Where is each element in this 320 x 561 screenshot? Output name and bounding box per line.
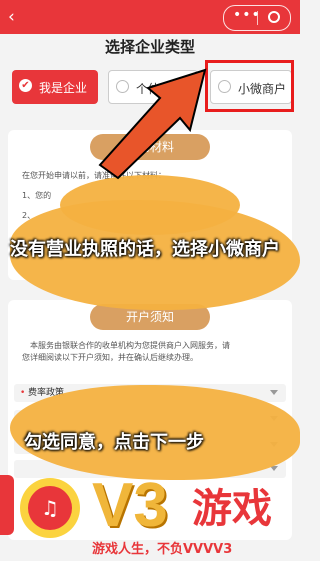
watermark-slogan: 游戏人生，不负VVVV3	[92, 542, 233, 557]
annotation-caption-2: 勾选同意，点击下一步	[24, 432, 204, 453]
annotation-caption-1: 没有营业执照的话，选择小微商户	[10, 239, 280, 260]
watermark-logo-icon: ♫	[20, 478, 80, 538]
watermark-brand: 游戏	[192, 486, 272, 532]
watermark-edge	[0, 475, 14, 535]
watermark-v3: V3	[92, 471, 168, 540]
